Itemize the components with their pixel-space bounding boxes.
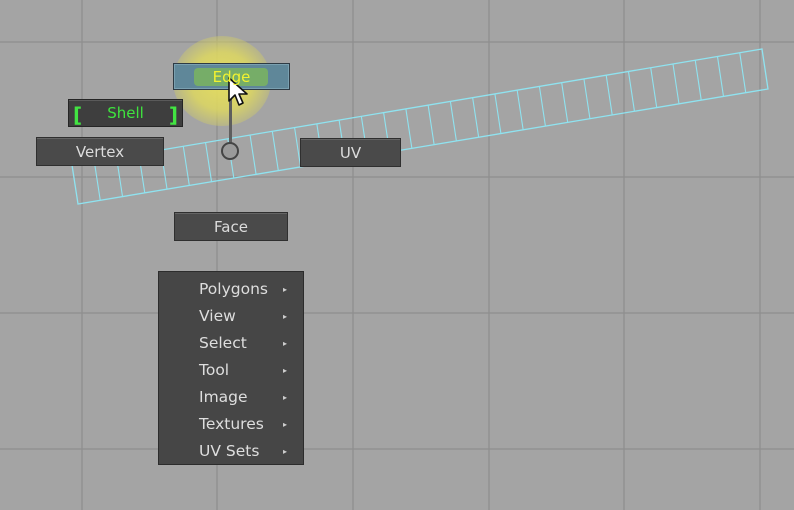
menu-item-uv-sets[interactable]: UV Sets ▸ [159, 438, 303, 465]
right-bracket-icon: ] [168, 103, 178, 127]
uv-edge [249, 134, 257, 175]
uv-edge [405, 108, 413, 149]
shell-label: Shell [107, 104, 144, 122]
vertex-label: Vertex [75, 142, 125, 161]
uv-edge [472, 97, 480, 138]
menu-item-label: Tool [199, 361, 230, 379]
menu-item-polygons[interactable]: Polygons ▸ [159, 276, 303, 303]
menu-item-image[interactable]: Image ▸ [159, 384, 303, 411]
context-menu: Polygons ▸ View ▸ Select ▸ Tool ▸ Image … [158, 271, 304, 465]
menu-item-label: Textures [199, 415, 264, 433]
left-bracket-icon: [ [73, 103, 83, 127]
menu-item-label: Polygons [199, 280, 268, 298]
uv-edge [694, 60, 702, 101]
uv-editor-viewport[interactable] [0, 0, 794, 510]
menu-item-label: Select [199, 334, 247, 352]
uv-edge [494, 93, 502, 134]
uv-edge [427, 105, 435, 145]
uv-shell-wireframe[interactable] [0, 0, 794, 510]
menu-item-select[interactable]: Select ▸ [159, 330, 303, 357]
uv-edge [182, 146, 190, 186]
menu-item-label: View [199, 307, 236, 325]
menu-item-label: UV Sets [199, 442, 260, 460]
uv-edge [716, 56, 725, 97]
submenu-arrow-icon: ▸ [282, 420, 287, 429]
uv-edge [583, 78, 591, 119]
uv-edge [605, 75, 613, 116]
shell-mode-button[interactable]: [ Shell ] [68, 99, 183, 127]
menu-item-textures[interactable]: Textures ▸ [159, 411, 303, 438]
uv-edge [627, 71, 635, 112]
uv-mode-button[interactable]: UV [300, 138, 401, 167]
menu-item-label: Image [199, 388, 248, 406]
uv-edge [93, 161, 101, 201]
submenu-arrow-icon: ▸ [282, 339, 287, 348]
uv-edge [271, 131, 279, 171]
submenu-arrow-icon: ▸ [282, 312, 287, 321]
menu-item-view[interactable]: View ▸ [159, 303, 303, 330]
face-mode-button[interactable]: Face [174, 212, 288, 241]
vertex-mode-button[interactable]: Vertex [36, 137, 164, 166]
uv-edge [561, 82, 569, 123]
submenu-arrow-icon: ▸ [282, 447, 287, 456]
uv-edge [449, 101, 457, 142]
uv-edge [205, 142, 213, 182]
submenu-arrow-icon: ▸ [282, 393, 287, 402]
uv-edge [739, 52, 747, 93]
marking-menu-center [221, 142, 239, 160]
uv-edge [516, 90, 524, 130]
uv-edge [672, 63, 680, 104]
uv-edge [538, 86, 546, 127]
submenu-arrow-icon: ▸ [282, 366, 287, 375]
menu-item-tool[interactable]: Tool ▸ [159, 357, 303, 384]
uv-label: UV [339, 143, 362, 162]
edge-label: Edge [212, 67, 251, 86]
face-label: Face [214, 217, 248, 236]
submenu-arrow-icon: ▸ [282, 285, 287, 294]
uv-edge [650, 67, 658, 108]
